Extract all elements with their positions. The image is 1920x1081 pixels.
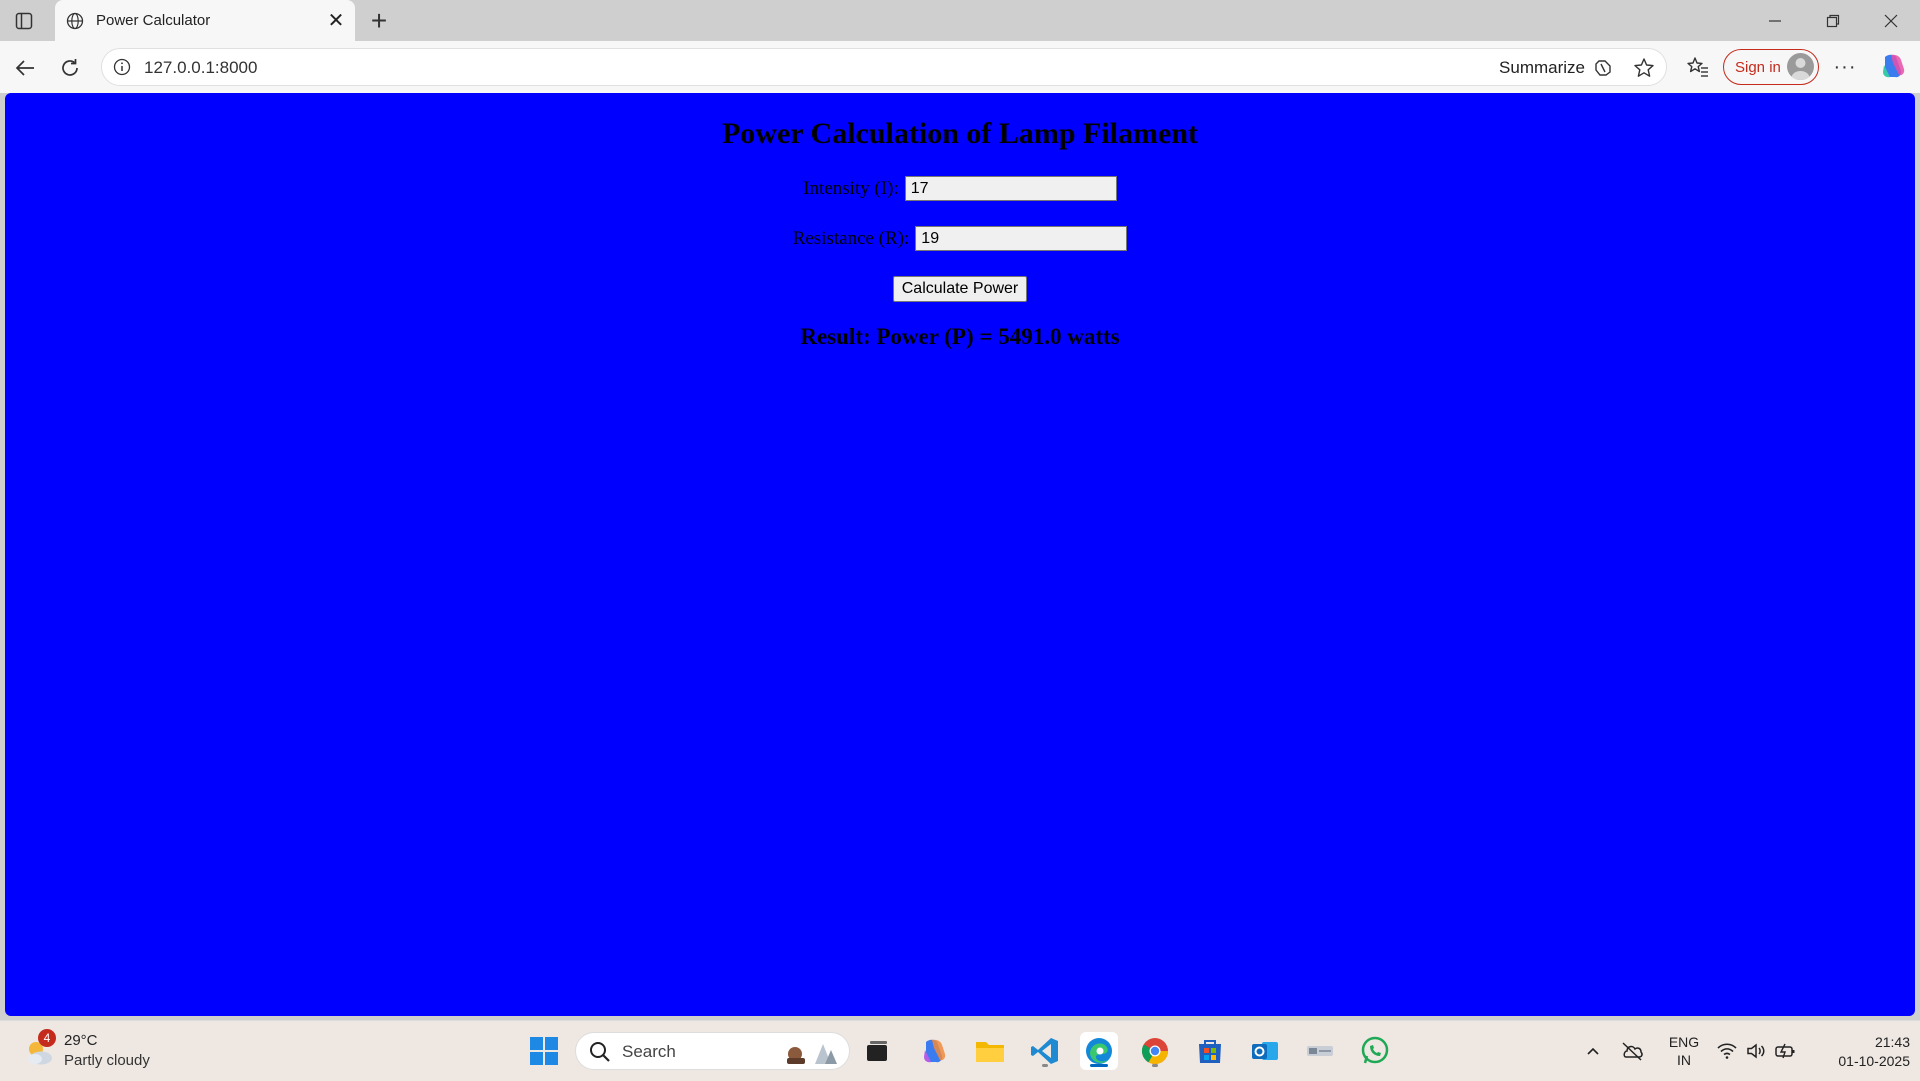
tab-actions-icon[interactable] (12, 10, 36, 32)
search-icon (588, 1040, 612, 1064)
close-tab-icon[interactable]: ✕ (323, 8, 349, 34)
whatsapp-icon[interactable] (1356, 1032, 1394, 1070)
back-icon[interactable] (10, 53, 40, 83)
site-info-icon[interactable] (112, 57, 132, 77)
active-indicator (1090, 1064, 1108, 1067)
battery-icon[interactable] (1773, 1021, 1799, 1081)
edge-icon[interactable] (1080, 1032, 1118, 1070)
refresh-icon[interactable] (55, 53, 85, 83)
weather-temp: 29°C (64, 1032, 98, 1049)
page-title: Power Calculation of Lamp Filament (721, 117, 1199, 150)
weather-widget[interactable]: 4 29°C Partly cloudy (22, 1029, 172, 1073)
wifi-icon[interactable] (1715, 1021, 1739, 1081)
restore-icon[interactable] (1804, 0, 1862, 41)
running-indicator (1042, 1064, 1048, 1067)
store-icon[interactable] (1191, 1032, 1229, 1070)
lang-code: ENG (1668, 1034, 1700, 1050)
vscode-icon[interactable] (1026, 1032, 1064, 1070)
windows-start-icon[interactable] (525, 1032, 563, 1070)
page-content: Power Calculation of Lamp Filament Inten… (5, 93, 1915, 1016)
clock-time: 21:43 (1874, 1034, 1910, 1050)
sign-in-label: Sign in (1735, 58, 1781, 76)
copilot-app-icon[interactable] (915, 1032, 953, 1070)
resistance-input[interactable] (915, 226, 1128, 251)
profile-avatar-icon (1787, 53, 1814, 80)
favorites-icon[interactable] (1683, 52, 1713, 82)
summarize-icon[interactable] (1592, 57, 1614, 79)
volume-icon[interactable] (1744, 1021, 1768, 1081)
chrome-icon[interactable] (1136, 1032, 1174, 1070)
clock-date: 01-10-2025 (1838, 1053, 1910, 1069)
result-text: Result: Power (P) = 5491.0 watts (800, 324, 1120, 349)
copilot-icon[interactable] (1878, 51, 1908, 81)
address-bar-row: 127.0.0.1:8000 Summarize Sign in ··· (0, 41, 1920, 93)
url-field[interactable]: 127.0.0.1:8000 Summarize (101, 48, 1667, 86)
lang-region: IN (1677, 1052, 1691, 1068)
search-label: Search (622, 1042, 676, 1061)
file-explorer-icon[interactable] (971, 1032, 1009, 1070)
globe-icon (65, 11, 85, 31)
chevron-up-icon[interactable] (1580, 1021, 1606, 1081)
browser-tab[interactable]: Power Calculator ✕ (55, 0, 355, 41)
onedrive-offline-icon[interactable] (1618, 1021, 1646, 1081)
new-tab-icon[interactable]: + (364, 5, 394, 36)
intensity-label: Intensity (I): (803, 177, 899, 199)
intensity-input[interactable] (904, 176, 1117, 201)
language-indicator[interactable]: ENG IN (1665, 1033, 1703, 1069)
system-clock[interactable]: 21:43 01-10-2025 (1810, 1033, 1910, 1071)
weather-condition: Partly cloudy (64, 1052, 150, 1069)
task-view-icon[interactable] (858, 1032, 896, 1070)
favorite-star-icon[interactable] (1632, 56, 1656, 80)
running-indicator (1152, 1064, 1158, 1067)
minimize-icon[interactable] (1746, 0, 1804, 41)
weather-badge: 4 (38, 1029, 56, 1047)
taskbar: 4 29°C Partly cloudy Search ENG IN 21:43… (0, 1020, 1920, 1081)
search-highlight-icon (781, 1038, 841, 1066)
url-text: 127.0.0.1:8000 (144, 58, 258, 77)
tab-bar: Power Calculator ✕ + (0, 0, 1920, 41)
calculate-power-button[interactable]: Calculate Power (892, 276, 1028, 302)
outlook-icon[interactable] (1246, 1032, 1284, 1070)
taskbar-search[interactable]: Search (575, 1032, 850, 1070)
summarize-label[interactable]: Summarize (1499, 58, 1585, 78)
app-icon[interactable] (1301, 1032, 1339, 1070)
intensity-row: Intensity (I): (5, 176, 1915, 201)
button-row: Calculate Power (5, 276, 1915, 302)
tab-title: Power Calculator (96, 12, 211, 29)
sign-in-button[interactable]: Sign in (1723, 49, 1819, 85)
resistance-label: Resistance (R): (792, 227, 910, 249)
more-options-icon[interactable]: ··· (1830, 52, 1860, 82)
close-window-icon[interactable] (1862, 0, 1920, 41)
resistance-row: Resistance (R): (5, 226, 1915, 251)
